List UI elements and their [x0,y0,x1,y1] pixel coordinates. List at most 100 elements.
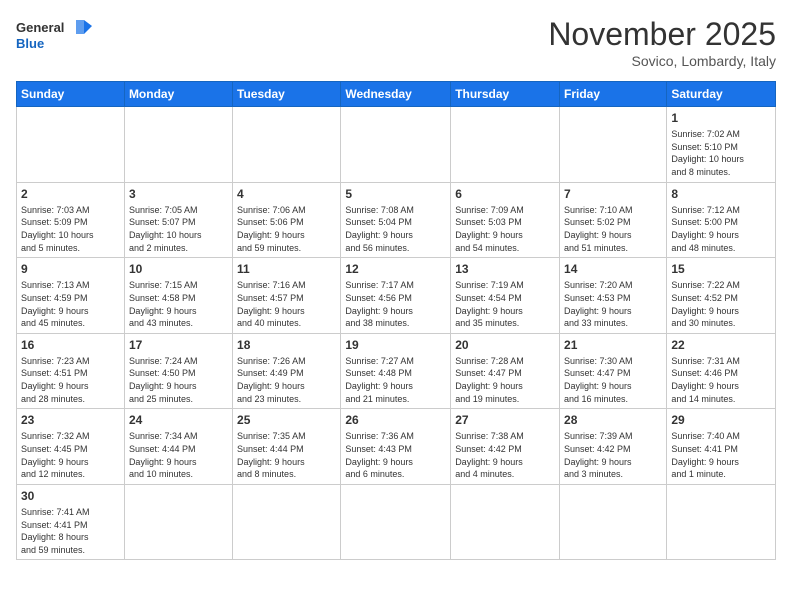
day-info: Sunrise: 7:24 AM Sunset: 4:50 PM Dayligh… [129,355,228,405]
day-number: 11 [237,261,336,277]
day-header-tuesday: Tuesday [233,82,341,107]
day-info: Sunrise: 7:32 AM Sunset: 4:45 PM Dayligh… [21,430,120,480]
day-info: Sunrise: 7:19 AM Sunset: 4:54 PM Dayligh… [455,279,555,329]
day-number: 13 [455,261,555,277]
day-number: 3 [129,186,228,202]
calendar-cell: 12 Sunrise: 7:17 AM Sunset: 4:56 PM Dayli… [341,258,451,334]
day-info: Sunrise: 7:41 AM Sunset: 4:41 PM Dayligh… [21,506,120,556]
page-header: General Blue November 2025 Sovico, Lomba… [16,16,776,69]
calendar-cell: 3 Sunrise: 7:05 AM Sunset: 5:07 PM Daylig… [124,182,232,258]
day-info: Sunrise: 7:39 AM Sunset: 4:42 PM Dayligh… [564,430,662,480]
day-number: 25 [237,412,336,428]
day-info: Sunrise: 7:02 AM Sunset: 5:10 PM Dayligh… [671,128,771,178]
day-info: Sunrise: 7:26 AM Sunset: 4:49 PM Dayligh… [237,355,336,405]
calendar-cell [341,484,451,560]
day-number: 21 [564,337,662,353]
calendar-cell [124,107,232,183]
day-number: 24 [129,412,228,428]
day-number: 4 [237,186,336,202]
day-info: Sunrise: 7:17 AM Sunset: 4:56 PM Dayligh… [345,279,446,329]
day-info: Sunrise: 7:05 AM Sunset: 5:07 PM Dayligh… [129,204,228,254]
day-info: Sunrise: 7:27 AM Sunset: 4:48 PM Dayligh… [345,355,446,405]
calendar-cell [124,484,232,560]
calendar-cell: 22Sunrise: 7:31 AM Sunset: 4:46 PM Dayli… [667,333,776,409]
day-info: Sunrise: 7:09 AM Sunset: 5:03 PM Dayligh… [455,204,555,254]
calendar-cell: 13 Sunrise: 7:19 AM Sunset: 4:54 PM Dayli… [451,258,560,334]
title-block: November 2025 Sovico, Lombardy, Italy [548,16,776,69]
calendar-cell: 2 Sunrise: 7:03 AM Sunset: 5:09 PM Daylig… [17,182,125,258]
day-info: Sunrise: 7:30 AM Sunset: 4:47 PM Dayligh… [564,355,662,405]
calendar-cell: 25Sunrise: 7:35 AM Sunset: 4:44 PM Dayli… [233,409,341,485]
svg-text:Blue: Blue [16,36,44,51]
calendar-cell: 1Sunrise: 7:02 AM Sunset: 5:10 PM Daylig… [667,107,776,183]
calendar-cell: 6Sunrise: 7:09 AM Sunset: 5:03 PM Daylig… [451,182,560,258]
calendar-cell [17,107,125,183]
calendar-cell: 9 Sunrise: 7:13 AM Sunset: 4:59 PM Daylig… [17,258,125,334]
day-number: 12 [345,261,446,277]
calendar-cell: 14Sunrise: 7:20 AM Sunset: 4:53 PM Dayli… [560,258,667,334]
calendar-cell: 19 Sunrise: 7:27 AM Sunset: 4:48 PM Dayli… [341,333,451,409]
day-info: Sunrise: 7:12 AM Sunset: 5:00 PM Dayligh… [671,204,771,254]
day-info: Sunrise: 7:13 AM Sunset: 4:59 PM Dayligh… [21,279,120,329]
month-title: November 2025 [548,16,776,53]
day-number: 22 [671,337,771,353]
calendar-cell: 21 Sunrise: 7:30 AM Sunset: 4:47 PM Dayli… [560,333,667,409]
calendar-cell: 24 Sunrise: 7:34 AM Sunset: 4:44 PM Dayli… [124,409,232,485]
day-header-monday: Monday [124,82,232,107]
calendar-table: SundayMondayTuesdayWednesdayThursdayFrid… [16,81,776,560]
calendar-cell: 10 Sunrise: 7:15 AM Sunset: 4:58 PM Dayli… [124,258,232,334]
calendar-cell: 17 Sunrise: 7:24 AM Sunset: 4:50 PM Dayli… [124,333,232,409]
day-header-friday: Friday [560,82,667,107]
day-header-wednesday: Wednesday [341,82,451,107]
day-info: Sunrise: 7:06 AM Sunset: 5:06 PM Dayligh… [237,204,336,254]
calendar-cell: 18Sunrise: 7:26 AM Sunset: 4:49 PM Dayli… [233,333,341,409]
day-info: Sunrise: 7:40 AM Sunset: 4:41 PM Dayligh… [671,430,771,480]
day-info: Sunrise: 7:36 AM Sunset: 4:43 PM Dayligh… [345,430,446,480]
day-header-saturday: Saturday [667,82,776,107]
day-number: 30 [21,488,120,504]
day-number: 9 [21,261,120,277]
day-info: Sunrise: 7:28 AM Sunset: 4:47 PM Dayligh… [455,355,555,405]
calendar-cell: 23Sunrise: 7:32 AM Sunset: 4:45 PM Dayli… [17,409,125,485]
logo: General Blue [16,16,96,56]
day-info: Sunrise: 7:16 AM Sunset: 4:57 PM Dayligh… [237,279,336,329]
day-number: 19 [345,337,446,353]
calendar-cell [451,107,560,183]
calendar-cell: 5Sunrise: 7:08 AM Sunset: 5:04 PM Daylig… [341,182,451,258]
day-number: 5 [345,186,446,202]
day-number: 29 [671,412,771,428]
day-info: Sunrise: 7:34 AM Sunset: 4:44 PM Dayligh… [129,430,228,480]
calendar-cell: 29 Sunrise: 7:40 AM Sunset: 4:41 PM Dayli… [667,409,776,485]
day-info: Sunrise: 7:15 AM Sunset: 4:58 PM Dayligh… [129,279,228,329]
calendar-week-row: 1Sunrise: 7:02 AM Sunset: 5:10 PM Daylig… [17,107,776,183]
calendar-cell [560,107,667,183]
day-info: Sunrise: 7:03 AM Sunset: 5:09 PM Dayligh… [21,204,120,254]
calendar-cell: 20Sunrise: 7:28 AM Sunset: 4:47 PM Dayli… [451,333,560,409]
day-info: Sunrise: 7:20 AM Sunset: 4:53 PM Dayligh… [564,279,662,329]
calendar-cell [560,484,667,560]
day-number: 10 [129,261,228,277]
calendar-cell: 11 Sunrise: 7:16 AM Sunset: 4:57 PM Dayli… [233,258,341,334]
day-number: 15 [671,261,771,277]
day-header-sunday: Sunday [17,82,125,107]
day-info: Sunrise: 7:22 AM Sunset: 4:52 PM Dayligh… [671,279,771,329]
day-number: 2 [21,186,120,202]
calendar-week-row: 2 Sunrise: 7:03 AM Sunset: 5:09 PM Daylig… [17,182,776,258]
day-number: 7 [564,186,662,202]
calendar-cell [233,107,341,183]
calendar-header-row: SundayMondayTuesdayWednesdayThursdayFrid… [17,82,776,107]
calendar-cell [667,484,776,560]
calendar-cell: 16Sunrise: 7:23 AM Sunset: 4:51 PM Dayli… [17,333,125,409]
general-blue-logo: General Blue [16,16,96,56]
svg-text:General: General [16,20,64,35]
calendar-cell: 28 Sunrise: 7:39 AM Sunset: 4:42 PM Dayli… [560,409,667,485]
calendar-cell: 7 Sunrise: 7:10 AM Sunset: 5:02 PM Daylig… [560,182,667,258]
location: Sovico, Lombardy, Italy [548,53,776,69]
calendar-cell [451,484,560,560]
day-info: Sunrise: 7:10 AM Sunset: 5:02 PM Dayligh… [564,204,662,254]
day-number: 27 [455,412,555,428]
day-header-thursday: Thursday [451,82,560,107]
calendar-cell: 15 Sunrise: 7:22 AM Sunset: 4:52 PM Dayli… [667,258,776,334]
day-number: 28 [564,412,662,428]
day-number: 17 [129,337,228,353]
